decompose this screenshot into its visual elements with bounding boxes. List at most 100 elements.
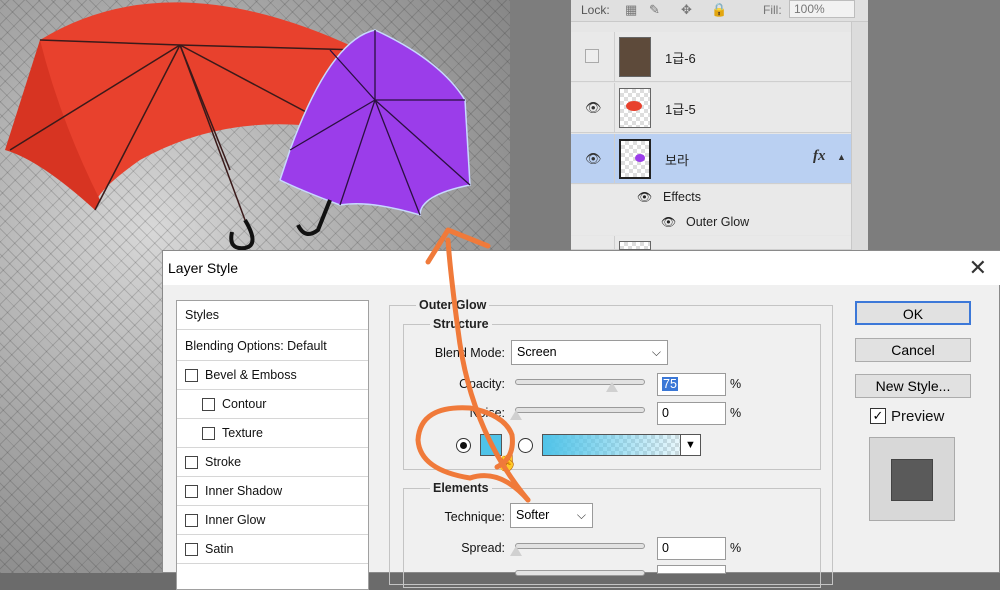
visibility-toggle[interactable] [585,49,599,63]
column-divider [614,32,615,81]
layer-row-partial[interactable] [571,236,851,250]
sidebar-label: Bevel & Emboss [205,368,297,382]
spread-percent: % [730,541,742,555]
blend-mode-select[interactable]: Screen ⌵ [511,340,668,365]
column-divider [614,83,615,132]
sidebar-item-blending-options[interactable]: Blending Options: Default [177,332,368,361]
layers-lock-bar: Lock: ▦ ✎ ✥ 🔒 Fill: 100% [571,0,868,22]
checkbox[interactable] [185,485,198,498]
fx-icon[interactable]: fx [813,148,826,165]
opacity-value: 75 [662,377,678,391]
sidebar-item-inner-shadow[interactable]: Inner Shadow [177,477,368,506]
effects-row[interactable]: 👁 Effects [571,185,851,210]
checkbox[interactable] [202,398,215,411]
purple-blob [635,154,645,162]
sidebar-item-contour[interactable]: Contour [177,390,368,419]
checkbox[interactable] [185,543,198,556]
eye-icon[interactable]: 👁 [637,190,652,204]
sidebar-item-styles[interactable]: Styles [177,301,368,330]
sidebar-item-stroke[interactable]: Stroke [177,448,368,477]
sidebar-label: Blending Options: Default [185,339,327,353]
layer-row-보라[interactable]: 👁 보라 fx ▲ [571,134,851,184]
chevron-down-icon: ⌵ [576,508,586,522]
red-blob [626,101,642,111]
spread-slider[interactable] [510,543,645,556]
dialog-title: Layer Style [168,260,239,276]
chevron-down-icon: ⌵ [651,345,661,359]
outer-glow-label: Outer Glow [686,215,750,229]
layer-thumbnail [619,139,651,179]
sidebar-item-satin[interactable]: Satin [177,535,368,564]
sidebar-label: Stroke [205,455,242,469]
blend-mode-label: Blend Mode: [434,346,505,360]
preview-thumbnail [869,437,955,521]
layers-scrollbar[interactable] [851,22,868,250]
layer-name: 보라 [665,153,689,168]
sidebar-label: Styles [185,308,220,322]
purple-umbrella-handle [296,199,332,236]
layer-row-1급-6[interactable]: 1급-6 [571,32,851,82]
size-slider[interactable] [515,570,645,576]
layers-panel: Lock: ▦ ✎ ✥ 🔒 Fill: 100% 1급-6 👁 1급-5 👁 보… [571,0,868,250]
opacity-input[interactable]: 75 [657,373,726,396]
close-icon[interactable]: ✕ [969,255,987,281]
hand-cursor-icon: ☝ [493,447,521,472]
lock-transparent-icon[interactable]: ▦ [625,2,637,18]
elements-heading: Elements [430,481,492,495]
preview-label: Preview [891,408,945,425]
layer-thumbnail [619,37,651,77]
checkbox[interactable] [202,427,215,440]
fill-label: Fill: [763,3,782,17]
sidebar-item-bevel-emboss[interactable]: Bevel & Emboss [177,361,368,390]
sidebar-label: Inner Glow [205,513,266,527]
dialog-titlebar[interactable]: Layer Style ✕ [163,251,1000,285]
checkbox[interactable] [185,456,198,469]
checkbox[interactable] [185,369,198,382]
fill-input[interactable]: 100% [789,0,855,18]
checkbox[interactable] [185,514,198,527]
outer-glow-effect-row[interactable]: 👁 Outer Glow [571,210,851,235]
sidebar-item-texture[interactable]: Texture [177,419,368,448]
panel-gutter [510,0,571,250]
spread-slider-knob[interactable] [510,546,522,556]
spread-label: Spread: [461,541,505,555]
lock-all-icon[interactable]: 🔒 [711,2,727,18]
ok-button[interactable]: OK [855,301,971,325]
cancel-button[interactable]: Cancel [855,338,971,362]
lock-brush-icon[interactable]: ✎ [649,2,660,18]
layer-row-1급-5[interactable]: 👁 1급-5 [571,83,851,133]
noise-slider-knob[interactable] [510,410,522,420]
layer-thumbnail [619,241,651,250]
opacity-slider-knob[interactable] [606,382,618,392]
new-style-button[interactable]: New Style... [855,374,971,398]
layer-name: 1급-5 [665,102,696,117]
technique-select[interactable]: Softer ⌵ [510,503,593,528]
eye-icon[interactable]: 👁 [661,215,676,229]
spread-input[interactable]: 0 [657,537,726,560]
opacity-percent: % [730,377,742,391]
column-divider [614,134,615,183]
sidebar-label: Satin [205,542,234,556]
styles-sidebar: Styles Blending Options: Default Bevel &… [176,300,369,590]
technique-label: Technique: [444,510,505,524]
lock-label: Lock: [581,3,610,17]
preview-checkbox[interactable]: ✓ [870,408,886,424]
gradient-picker[interactable]: ▼ [542,434,701,456]
eye-icon[interactable]: 👁 [585,151,602,167]
noise-slider[interactable] [510,407,645,420]
opacity-slider[interactable] [515,379,645,392]
color-radio-selected[interactable] [456,438,471,453]
column-divider [614,236,615,249]
collapse-triangle-icon[interactable]: ▲ [837,152,846,162]
technique-value: Softer [516,508,550,522]
eye-icon[interactable]: 👁 [585,100,602,116]
sidebar-item-inner-glow[interactable]: Inner Glow [177,506,368,535]
red-umbrella-handle [229,218,255,251]
outer-glow-heading: Outer Glow [416,298,490,312]
noise-input[interactable]: 0 [657,402,726,425]
opacity-label: Opacity: [459,377,505,391]
chevron-down-icon[interactable]: ▼ [680,435,700,455]
layer-style-dialog: Layer Style ✕ Styles Blending Options: D… [162,250,1000,590]
blend-mode-value: Screen [517,345,557,359]
lock-move-icon[interactable]: ✥ [681,2,692,18]
